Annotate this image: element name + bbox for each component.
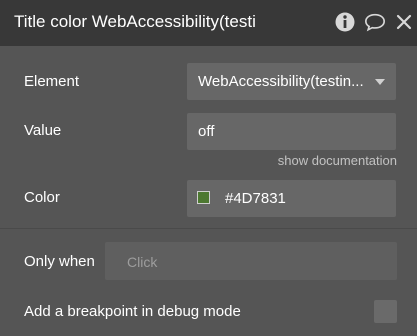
info-icon[interactable] [334,11,356,33]
color-picker-field[interactable]: #4D7831 [187,180,396,217]
value-input-text: off [198,123,215,140]
section-divider [0,228,417,229]
color-hex-value: #4D7831 [225,190,286,207]
chevron-down-icon [375,79,385,85]
condition-placeholder: Click [127,254,158,270]
panel-header: Title color WebAccessibility(testi [0,0,417,46]
panel-title: Title color WebAccessibility(testi [14,12,256,31]
color-swatch[interactable] [197,191,210,204]
only-when-condition-input[interactable]: Click [105,242,397,280]
value-label: Value [24,122,62,139]
show-documentation-link[interactable]: show documentation [278,152,397,169]
close-icon[interactable] [395,13,413,31]
element-dropdown-value: WebAccessibility(testin... [198,73,364,90]
value-input[interactable]: off [187,113,396,150]
element-dropdown[interactable]: WebAccessibility(testin... [187,63,396,100]
element-label: Element [24,73,80,90]
breakpoint-label: Add a breakpoint in debug mode [24,303,241,320]
only-when-label: Only when [24,253,95,270]
property-editor-panel: Title color WebAccessibility(testi Eleme… [0,0,417,336]
color-label: Color [24,189,60,206]
breakpoint-checkbox[interactable] [374,300,397,323]
comment-icon[interactable] [364,11,386,33]
